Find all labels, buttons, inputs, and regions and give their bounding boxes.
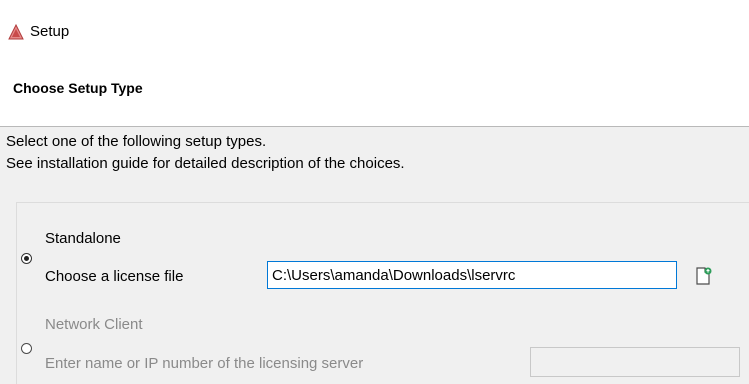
description-line-1: Select one of the following setup types. <box>6 133 267 150</box>
page-title: Choose Setup Type <box>13 80 143 96</box>
license-file-label: Choose a license file <box>45 268 184 285</box>
open-file-icon <box>696 267 712 285</box>
license-file-input[interactable] <box>267 261 677 289</box>
licensing-server-label: Enter name or IP number of the licensing… <box>45 355 364 372</box>
group-border-left <box>16 202 17 384</box>
network-client-radio[interactable] <box>21 343 32 354</box>
licensing-server-input[interactable] <box>530 347 740 377</box>
network-client-label[interactable]: Network Client <box>45 316 143 333</box>
group-border-top <box>16 202 749 203</box>
window-title: Setup <box>30 23 70 40</box>
browse-license-button[interactable] <box>693 265 715 287</box>
standalone-radio[interactable] <box>21 253 32 264</box>
standalone-label[interactable]: Standalone <box>45 230 121 247</box>
description-line-2: See installation guide for detailed desc… <box>6 155 405 172</box>
title-bar: Setup <box>0 0 749 44</box>
installer-triangle-icon <box>8 24 24 40</box>
page-header: Choose Setup Type <box>0 44 749 127</box>
